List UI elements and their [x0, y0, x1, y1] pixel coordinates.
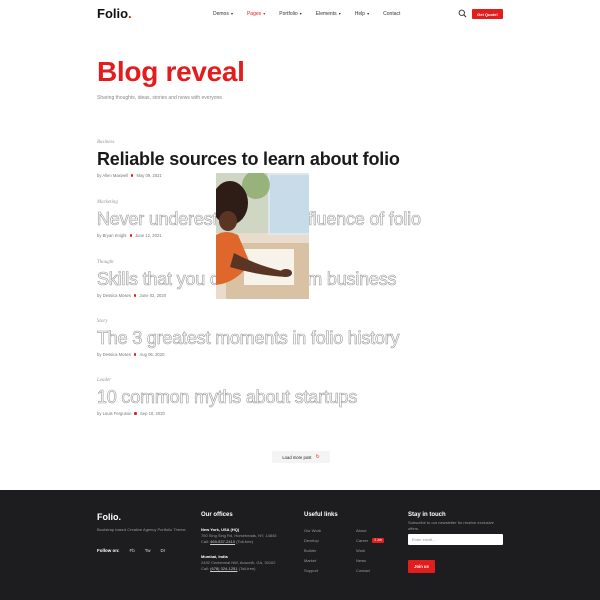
footer-link[interactable]: About	[356, 525, 384, 535]
post-author[interactable]: by Louis Ferguson	[97, 411, 131, 416]
post-item[interactable]: Leader 10 common myths about startups by…	[97, 378, 517, 416]
follow-on: Follow on: Fb Tw Dr	[97, 548, 165, 553]
newsletter-text: Subscribe to our newsletter for receive …	[408, 520, 494, 531]
bullet-icon	[129, 234, 133, 237]
nav-item-elements[interactable]: Elements ▾	[316, 11, 341, 17]
main-nav: Demos ▾ Pages ▾ Portfolio ▾ Elements ▾ H…	[213, 11, 414, 17]
site-footer: Folio. Bootstrap based Creative Agency P…	[0, 490, 600, 600]
links-column-2: About Career 2 Job Work News Contact	[356, 525, 385, 575]
footer-description: Bootstrap based Creative Agency Portfoli…	[97, 527, 187, 532]
footer-link[interactable]: Support	[304, 565, 321, 575]
post-author[interactable]: by Allen Maxwell	[97, 173, 128, 178]
chevron-down-icon: ▾	[229, 11, 233, 16]
bullet-icon	[133, 294, 137, 297]
join-button[interactable]: Join us	[408, 560, 435, 573]
load-more-button[interactable]: Load more post ↻	[272, 451, 330, 463]
post-author[interactable]: by Bryan Knight	[97, 233, 127, 238]
post-title[interactable]: Reliable sources to learn about folio	[97, 148, 517, 170]
bullet-icon	[133, 353, 137, 356]
page-subtitle: Sharing thoughts, ideas, stories and new…	[97, 95, 224, 101]
phone-link[interactable]: 469-537-2410	[210, 539, 235, 544]
post-category[interactable]: Leader	[97, 378, 517, 383]
links-column-1: Our Work Develop Builder Market Support	[304, 525, 321, 575]
facebook-link[interactable]: Fb	[130, 548, 135, 553]
office-newyork: New York, USA (HQ) 750 Sing Sing Rd, Hor…	[201, 527, 277, 544]
follow-label: Follow on:	[97, 548, 120, 553]
phone-link[interactable]: (678) 324-1251	[210, 566, 237, 571]
post-date: June 12, 2021	[135, 233, 162, 238]
post-reveal-image	[216, 173, 309, 299]
career-badge: 2 Job	[372, 537, 385, 543]
footer-link[interactable]: Our Work	[304, 525, 321, 535]
office-mumbai: Mumbai, India 2492 Centennial NW, Acwort…	[201, 554, 276, 571]
post-date: June 02, 2020	[139, 293, 167, 298]
footer-link[interactable]: Career 2 Job	[356, 535, 385, 545]
twitter-link[interactable]: Tw	[145, 548, 151, 553]
nav-item-demos[interactable]: Demos ▾	[213, 11, 233, 17]
search-icon[interactable]	[458, 9, 467, 18]
post-category[interactable]: Story	[97, 319, 517, 324]
post-author[interactable]: by Dessica Moses	[97, 293, 131, 298]
post-item[interactable]: Story The 3 greatest moments in folio hi…	[97, 319, 517, 357]
useful-links-heading: Useful links	[304, 512, 338, 518]
nav-item-contact[interactable]: Contact	[383, 11, 400, 17]
post-date: Aug 06, 2020	[139, 352, 165, 357]
footer-link[interactable]: Contact	[356, 565, 384, 575]
post-meta: by Dessica Moses Aug 06, 2020	[97, 352, 517, 357]
post-date: Sep 10, 2020	[139, 411, 165, 416]
page-title: Blog reveal	[97, 56, 245, 87]
footer-link[interactable]: News	[356, 555, 384, 565]
email-input[interactable]: Enter email...	[408, 534, 503, 545]
newsletter-heading: Stay in touch	[408, 512, 446, 518]
post-author[interactable]: by Dessica Moses	[97, 352, 131, 357]
chevron-down-icon: ▾	[366, 11, 370, 16]
nav-item-pages[interactable]: Pages ▾	[247, 11, 265, 17]
logo[interactable]: Folio.	[97, 6, 132, 21]
get-quote-button[interactable]: Get Quote!	[472, 9, 503, 19]
post-date: May 09, 2021	[136, 173, 162, 178]
refresh-icon: ↻	[315, 454, 320, 460]
nav-item-help[interactable]: Help ▾	[355, 11, 369, 17]
offices-heading: Our offices	[201, 512, 233, 518]
dribbble-link[interactable]: Dr	[161, 548, 166, 553]
footer-logo[interactable]: Folio.	[97, 512, 121, 522]
footer-link[interactable]: Market	[304, 555, 321, 565]
post-category[interactable]: Business	[97, 140, 517, 145]
chevron-down-icon: ▾	[298, 11, 302, 16]
footer-link[interactable]: Work	[356, 545, 384, 555]
bullet-icon	[134, 412, 137, 415]
nav-item-portfolio[interactable]: Portfolio ▾	[279, 11, 301, 17]
post-title[interactable]: 10 common myths about startups	[97, 386, 517, 408]
post-meta: by Louis Ferguson Sep 10, 2020	[97, 411, 517, 416]
bullet-icon	[130, 174, 134, 177]
footer-link[interactable]: Builder	[304, 545, 321, 555]
footer-link[interactable]: Develop	[304, 535, 321, 545]
post-title[interactable]: The 3 greatest moments in folio history	[97, 327, 517, 349]
chevron-down-icon: ▾	[337, 11, 341, 16]
site-header: Folio. Demos ▾ Pages ▾ Portfolio ▾ Eleme…	[0, 0, 600, 28]
chevron-down-icon: ▾	[262, 11, 266, 16]
